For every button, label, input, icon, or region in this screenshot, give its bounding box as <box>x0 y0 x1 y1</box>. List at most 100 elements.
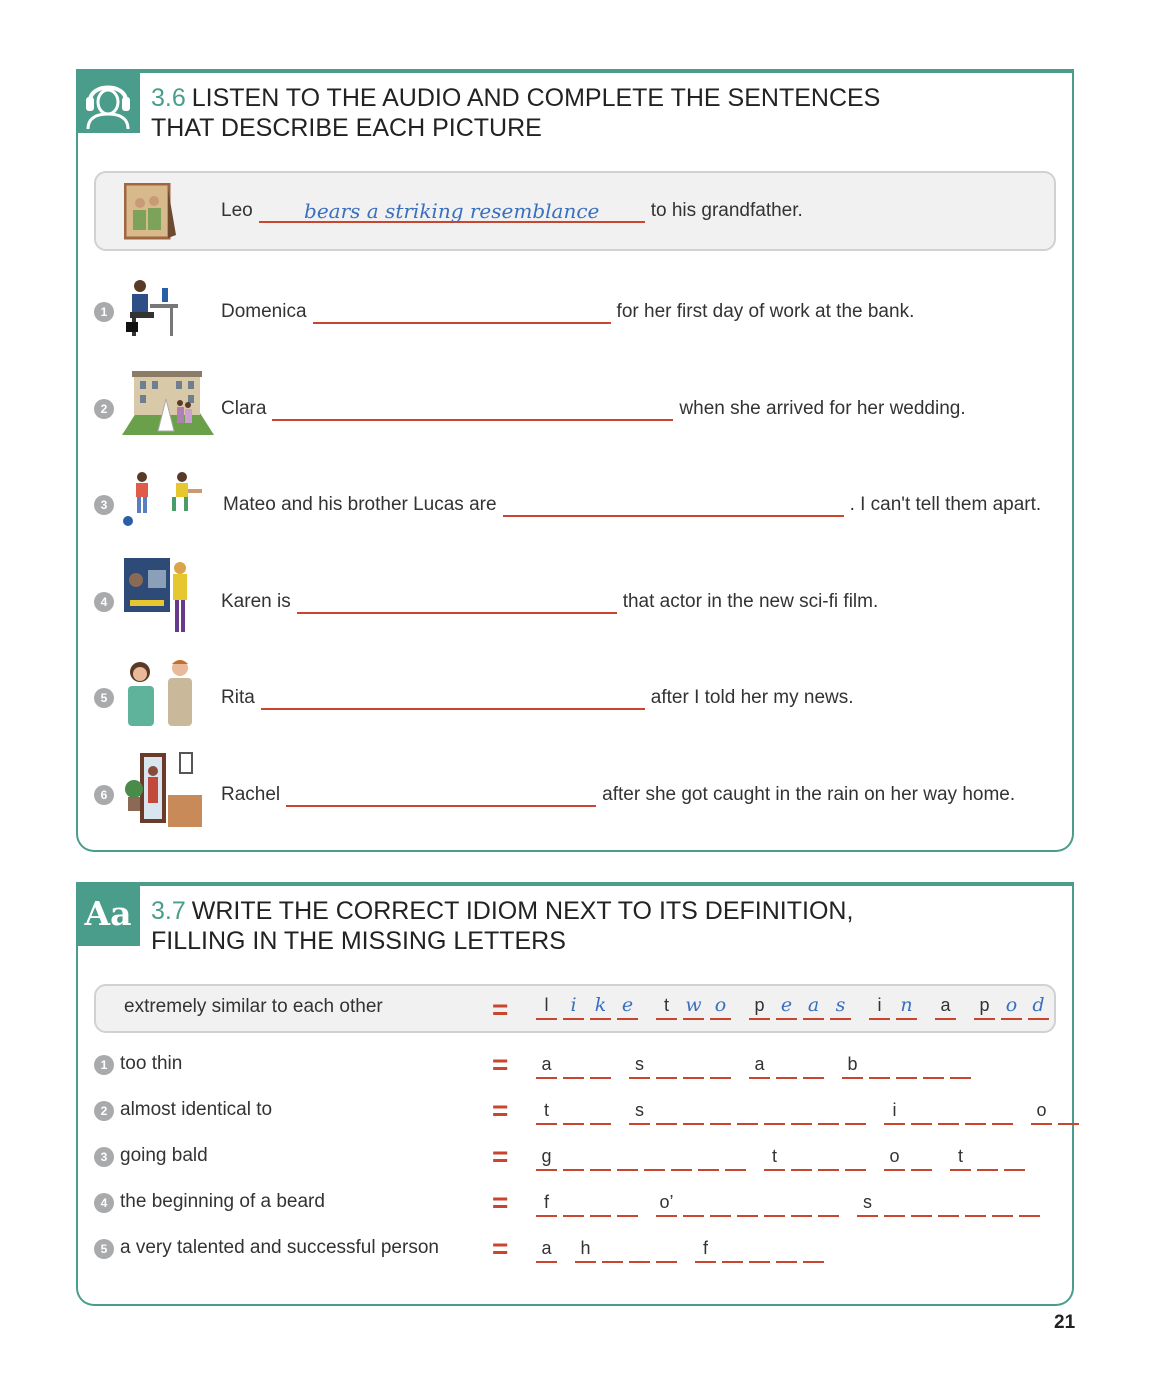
letter-slot[interactable] <box>911 1145 932 1171</box>
letter-slot: p <box>749 994 770 1020</box>
letter-slot[interactable] <box>803 1053 824 1079</box>
answer-blank[interactable] <box>286 783 597 807</box>
idiom-word: pod <box>974 994 1055 1020</box>
letter-slot[interactable] <box>818 1099 839 1125</box>
filled-letter: n <box>896 994 917 1020</box>
idiom-letters[interactable]: tsio <box>536 1097 1097 1125</box>
letter-slot[interactable] <box>845 1099 866 1125</box>
letter-slot[interactable] <box>845 1145 866 1171</box>
letter-slot[interactable] <box>923 1053 944 1079</box>
sentence-item-5: 5 Rita after I told her my news. <box>78 660 1072 726</box>
answer-blank[interactable] <box>312 300 611 324</box>
letter-slot[interactable] <box>710 1053 731 1079</box>
sentence: Domenica for her first day of work at th… <box>221 300 915 324</box>
letter-slot[interactable] <box>911 1099 932 1125</box>
idiom-letters[interactable]: asab <box>536 1051 989 1079</box>
letter-slot[interactable] <box>590 1099 611 1125</box>
idiom-word: o’ <box>656 1191 845 1217</box>
letter-slot[interactable] <box>965 1099 986 1125</box>
sentence-item-6: 6 Rachel after she got caught in the rai… <box>78 752 1072 827</box>
filled-letter: e <box>617 994 638 1020</box>
letter-slot[interactable] <box>1058 1099 1079 1125</box>
letter-slot[interactable] <box>737 1099 758 1125</box>
answer-blank[interactable] <box>296 590 617 614</box>
letter-slot[interactable] <box>992 1191 1013 1217</box>
letter-slot[interactable] <box>749 1237 770 1263</box>
idiom-word: a <box>935 994 962 1020</box>
letter-slot: f <box>536 1191 557 1217</box>
letter-slot[interactable] <box>803 1237 824 1263</box>
letter-slot[interactable] <box>1004 1145 1025 1171</box>
letter-slot[interactable] <box>992 1099 1013 1125</box>
letter-slot[interactable] <box>617 1191 638 1217</box>
letter-slot[interactable] <box>644 1145 665 1171</box>
letter-slot[interactable] <box>698 1145 719 1171</box>
letter-slot[interactable] <box>656 1237 677 1263</box>
idiom-item-1: 1 too thin = a s a b <box>78 1051 1072 1083</box>
idiom-letters[interactable]: f o’ s <box>536 1189 1058 1217</box>
letter-slot[interactable] <box>977 1145 998 1171</box>
letter-slot[interactable] <box>671 1145 692 1171</box>
letter-slot[interactable] <box>869 1053 890 1079</box>
letter-slot[interactable] <box>896 1053 917 1079</box>
answer-blank[interactable] <box>260 686 645 710</box>
letter-slot[interactable] <box>911 1191 932 1217</box>
letter-slot[interactable] <box>938 1191 959 1217</box>
idiom-word: a <box>749 1053 830 1079</box>
letter-slot[interactable] <box>950 1053 971 1079</box>
idiom-letters[interactable]: ah f <box>536 1235 842 1263</box>
letter-slot[interactable] <box>590 1053 611 1079</box>
letter-slot[interactable] <box>656 1099 677 1125</box>
letter-slot[interactable] <box>590 1191 611 1217</box>
letter-slot[interactable] <box>764 1191 785 1217</box>
sentence-item-3: 3 Mateo and his brother Lucas are . I ca… <box>78 472 1072 526</box>
answer-blank[interactable] <box>272 397 674 421</box>
letter-slot[interactable] <box>683 1191 704 1217</box>
letter-slot[interactable] <box>791 1099 812 1125</box>
letter-slot: o <box>1031 1099 1052 1125</box>
letter-slot[interactable] <box>776 1053 797 1079</box>
letter-slot[interactable] <box>710 1099 731 1125</box>
letter-slot: o <box>884 1145 905 1171</box>
letter-slot[interactable] <box>563 1053 584 1079</box>
idiom-word: s <box>629 1053 737 1079</box>
letter-slot[interactable] <box>563 1099 584 1125</box>
idiom-word: o <box>1031 1099 1085 1125</box>
letter-slot[interactable] <box>722 1237 743 1263</box>
letter-slot: o’ <box>656 1191 677 1217</box>
letter-slot[interactable] <box>725 1145 746 1171</box>
exercise-number: 3.6 <box>151 84 186 112</box>
letter-slot[interactable] <box>884 1191 905 1217</box>
letter-slot[interactable] <box>818 1145 839 1171</box>
surprised-woman-man-icon <box>128 660 192 726</box>
letter-slot[interactable] <box>563 1145 584 1171</box>
letter-slot[interactable] <box>1019 1191 1040 1217</box>
definition: too thin <box>120 1053 183 1074</box>
letter-slot[interactable] <box>602 1237 623 1263</box>
letter-slot[interactable] <box>656 1053 677 1079</box>
idiom-word: h <box>575 1237 683 1263</box>
letter-slot[interactable] <box>590 1145 611 1171</box>
example-sentence: Leo bears a striking resemblance to his … <box>221 199 803 223</box>
letter-slot[interactable] <box>818 1191 839 1217</box>
idiom-letters[interactable]: gtot <box>536 1143 1043 1171</box>
equals-sign: = <box>492 1095 509 1126</box>
answer-blank[interactable] <box>502 493 844 517</box>
letter-slot[interactable] <box>683 1099 704 1125</box>
letter-slot[interactable] <box>776 1237 797 1263</box>
page-number: 21 <box>1054 1312 1076 1333</box>
letter-slot: t <box>536 1099 557 1125</box>
letter-slot[interactable] <box>617 1145 638 1171</box>
letter-slot[interactable] <box>737 1191 758 1217</box>
letter-slot[interactable] <box>791 1191 812 1217</box>
letter-slot[interactable] <box>710 1191 731 1217</box>
letter-slot[interactable] <box>563 1191 584 1217</box>
letter-slot[interactable] <box>683 1053 704 1079</box>
letter-slot[interactable] <box>965 1191 986 1217</box>
letter-slot[interactable] <box>764 1099 785 1125</box>
letter-slot[interactable] <box>629 1237 650 1263</box>
letter-slot[interactable] <box>938 1099 959 1125</box>
definition: a very talented and successful person <box>120 1237 439 1258</box>
letter-slot[interactable] <box>791 1145 812 1171</box>
exercise-number: 3.7 <box>151 897 186 925</box>
